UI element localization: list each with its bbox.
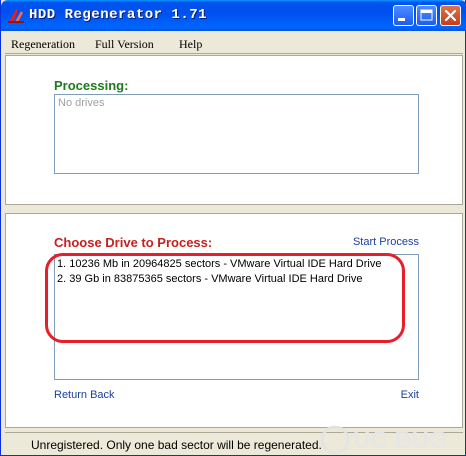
processing-list[interactable]: No drives	[54, 94, 419, 174]
minimize-button[interactable]	[393, 5, 414, 26]
drive-list[interactable]: 1. 10236 Mb in 20964825 sectors - VMware…	[54, 254, 419, 380]
minimize-icon	[398, 18, 405, 21]
menu-full-version[interactable]: Full Version	[95, 37, 154, 52]
return-back-link[interactable]: Return Back	[54, 389, 115, 401]
menu-regeneration[interactable]: Regeneration	[11, 37, 75, 52]
maximize-button[interactable]	[416, 5, 437, 26]
status-text: Unregistered. Only one bad sector will b…	[31, 438, 322, 452]
menu-help[interactable]: Help	[179, 37, 202, 52]
choose-drive-panel: Choose Drive to Process: Start Process 1…	[5, 213, 463, 428]
drive-list-item[interactable]: 1. 10236 Mb in 20964825 sectors - VMware…	[57, 258, 381, 270]
window-title: HDD Regenerator 1.71	[29, 7, 208, 23]
app-window: HDD Regenerator 1.71 Regeneration Full V…	[0, 0, 466, 456]
processing-panel: Processing: No drives	[5, 55, 463, 205]
menu-bar: Regeneration Full Version Help	[5, 31, 463, 54]
maximize-icon	[420, 9, 433, 21]
start-process-link[interactable]: Start Process	[353, 236, 419, 248]
title-bar[interactable]: HDD Regenerator 1.71	[1, 0, 466, 31]
processing-heading: Processing:	[54, 78, 129, 93]
watermark-logo: UC BUG	[320, 425, 448, 455]
exit-link[interactable]: Exit	[401, 389, 419, 401]
choose-drive-heading: Choose Drive to Process:	[54, 235, 213, 250]
app-icon	[8, 9, 24, 23]
drive-list-item[interactable]: 2. 39 Gb in 83875365 sectors - VMware Vi…	[57, 273, 363, 285]
processing-placeholder: No drives	[58, 97, 105, 109]
close-button[interactable]	[440, 5, 461, 26]
watermark-text: UC BUG	[353, 427, 448, 454]
close-icon	[444, 9, 457, 22]
